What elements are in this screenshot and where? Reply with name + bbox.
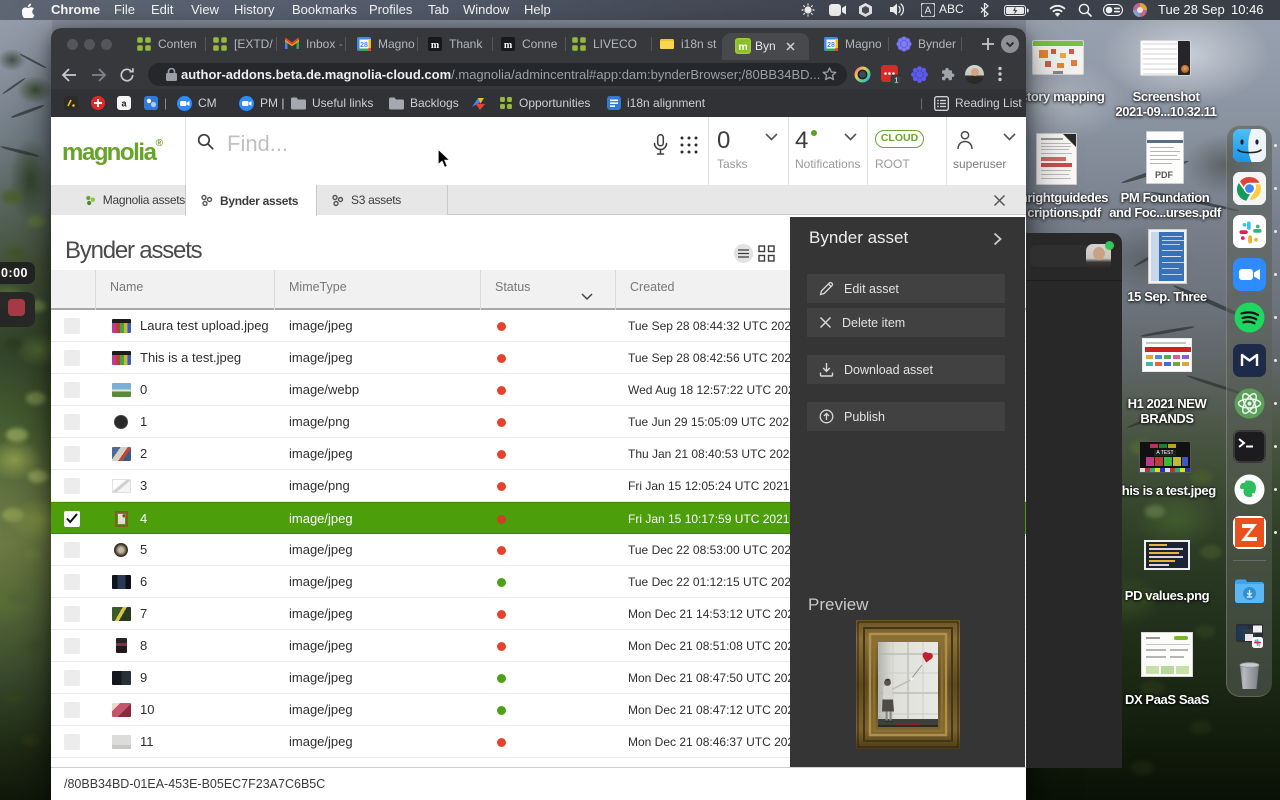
svg-text:A: A: [925, 6, 932, 17]
svg-text:28: 28: [827, 42, 835, 49]
svg-text:m: m: [504, 40, 513, 51]
svg-text:m: m: [738, 41, 747, 53]
svg-text:28: 28: [360, 42, 368, 49]
svg-text:1: 1: [894, 76, 898, 85]
svg-text:m: m: [431, 40, 440, 51]
